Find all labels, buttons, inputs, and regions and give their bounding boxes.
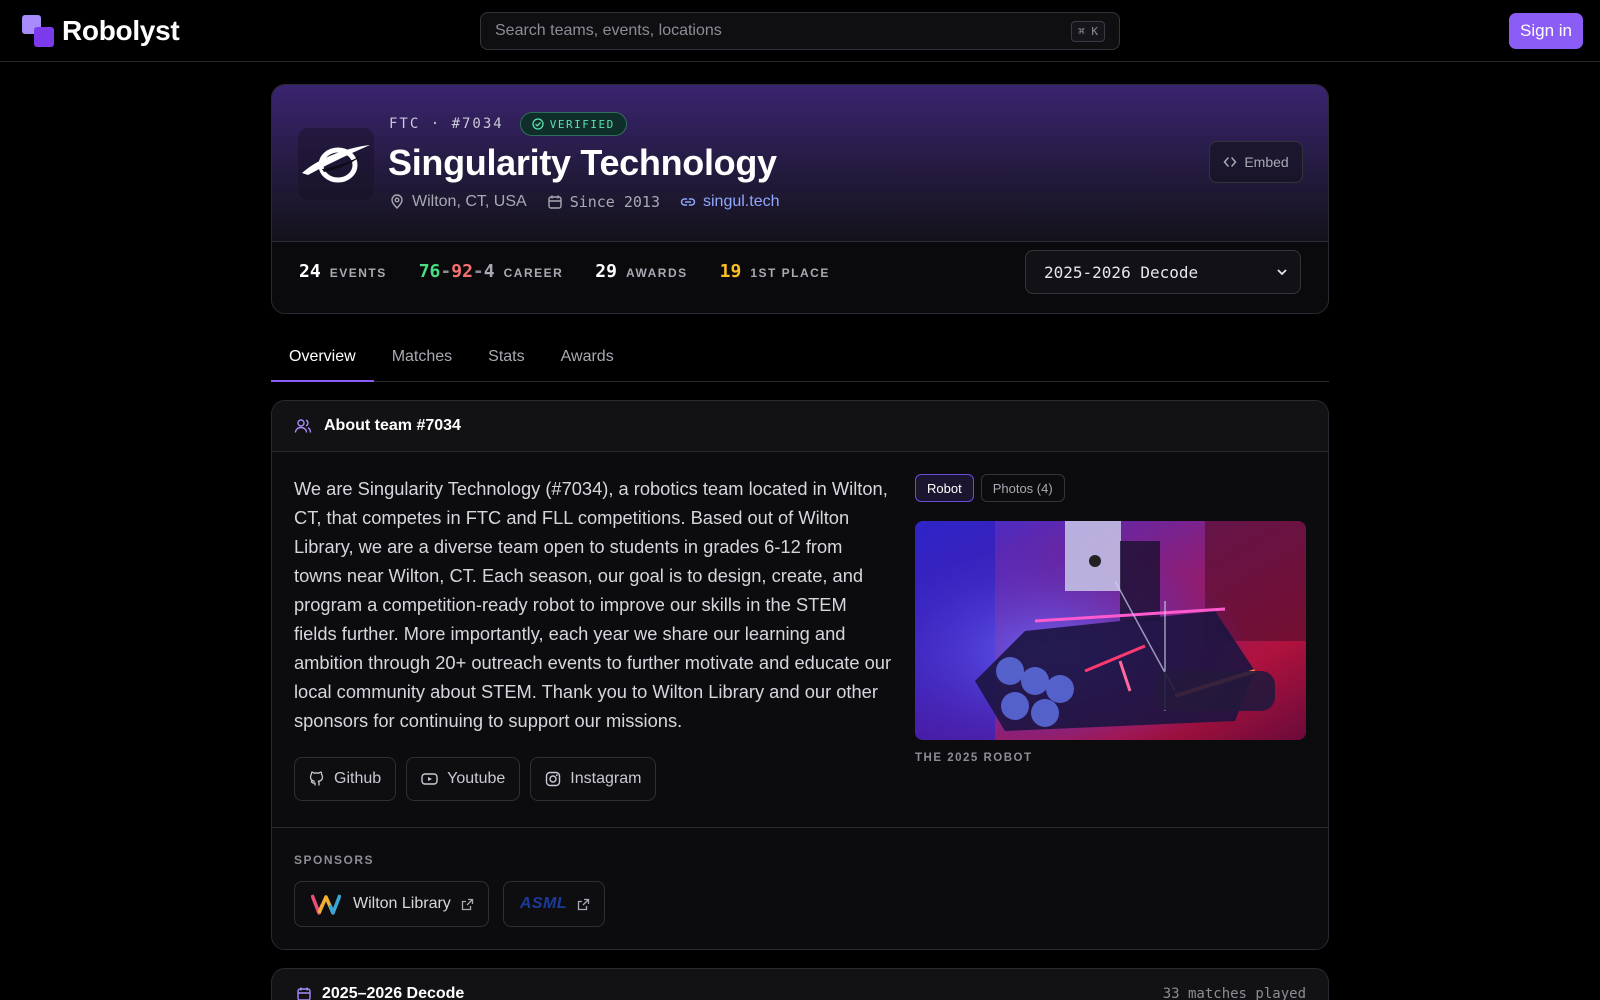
sponsor-name[interactable]: Wilton Library	[353, 895, 451, 913]
about-header: About team #7034	[272, 401, 1328, 452]
team-header-card: FTC · #7034 VERIFIED Singularity Technol…	[271, 84, 1329, 314]
matches-played-count: 33 matches played	[1162, 986, 1306, 1000]
sign-in-button[interactable]: Sign in	[1509, 13, 1583, 49]
team-kicker: FTC · #7034 VERIFIED	[389, 112, 627, 136]
stat-events-label: EVENTS	[329, 266, 387, 280]
youtube-link[interactable]: Youtube	[406, 757, 521, 801]
stat-awards-value: 29	[595, 261, 617, 282]
team-bio: We are Singularity Technology (#7034), a…	[294, 478, 892, 731]
sponsors-section: SPONSORS Wilton Library ASML	[272, 827, 1328, 949]
github-icon	[309, 771, 324, 786]
top-bar: Robolyst ⌘ K Sign in	[0, 0, 1600, 62]
tab-awards[interactable]: Awards	[543, 338, 632, 382]
robot-photo[interactable]	[915, 521, 1306, 740]
about-card: About team #7034 We are Singularity Tech…	[271, 400, 1329, 950]
verified-badge: VERIFIED	[519, 112, 627, 136]
career-ties: 4	[483, 261, 495, 282]
search-shortcut-badge: ⌘ K	[1071, 20, 1105, 42]
team-location: Wilton, CT, USA	[389, 193, 527, 211]
users-icon	[294, 419, 312, 433]
embed-label[interactable]: Embed	[1244, 154, 1288, 170]
team-header-banner: FTC · #7034 VERIFIED Singularity Technol…	[272, 85, 1328, 242]
stat-career-record: 76-92-4	[418, 261, 495, 282]
team-tabs: Overview Matches Stats Awards	[271, 338, 1329, 382]
calendar-icon	[297, 987, 311, 1000]
tab-stats[interactable]: Stats	[470, 338, 542, 382]
about-title: About team #7034	[324, 417, 461, 434]
team-since: Since 2013	[547, 193, 660, 211]
check-circle-icon	[532, 118, 544, 130]
embed-button[interactable]: Embed	[1209, 141, 1303, 183]
external-link-icon	[461, 898, 473, 910]
team-name: Singularity Technology	[388, 142, 777, 183]
career-losses: 92	[451, 261, 473, 282]
team-website-link[interactable]: singul.tech	[680, 193, 780, 211]
youtube-icon	[421, 773, 438, 785]
sponsors-label: SPONSORS	[294, 853, 375, 867]
wilton-library-logo-icon	[311, 894, 341, 915]
singularity-logo-icon	[302, 145, 370, 183]
social-links: Github Youtube Instagram	[294, 757, 666, 801]
stat-events-value: 24	[299, 261, 321, 282]
since-text: Since 2013	[569, 193, 660, 211]
photo-caption: THE 2025 ROBOT	[915, 752, 1033, 764]
stat-first-place-value: 19	[719, 261, 742, 282]
calendar-icon	[547, 195, 562, 209]
sponsor-asml[interactable]: ASML	[502, 881, 606, 927]
stat-first-place-label: 1ST PLACE	[750, 266, 830, 280]
location-pin-icon	[391, 194, 403, 209]
app-name: Robolyst	[62, 15, 180, 46]
stat-first-place: 19 1ST PLACE	[720, 261, 830, 282]
stat-career-label: CAREER	[503, 266, 564, 280]
github-label[interactable]: Github	[334, 770, 381, 788]
stat-career: 76-92-4 CAREER	[419, 261, 564, 282]
season-select[interactable]: 2025-2026 Decode	[1025, 250, 1301, 294]
link-icon	[680, 198, 696, 206]
team-logo	[298, 128, 374, 200]
search-box[interactable]: ⌘ K	[480, 12, 1120, 50]
career-wins: 76	[418, 261, 441, 282]
tab-overview[interactable]: Overview	[271, 338, 374, 382]
search-input[interactable]	[495, 22, 1072, 40]
instagram-icon	[546, 771, 561, 787]
team-meta: Wilton, CT, USA Since 2013 singul.tech	[389, 193, 800, 211]
app-logo[interactable]: Robolyst	[22, 15, 180, 47]
website-text[interactable]: singul.tech	[703, 193, 780, 211]
season-card-title: 2025–2026 Decode	[322, 985, 465, 1000]
media-tab-photos[interactable]: Photos (4)	[980, 474, 1065, 502]
season-select-value: 2025-2026 Decode	[1044, 262, 1199, 282]
stat-awards-label: AWARDS	[625, 266, 688, 280]
media-tabs: Robot Photos (4)	[915, 474, 1072, 502]
media-tab-robot[interactable]: Robot	[915, 474, 974, 502]
external-link-icon	[577, 898, 590, 910]
program-and-number: FTC · #7034	[389, 116, 504, 132]
stat-awards: 29 AWARDS	[595, 261, 687, 282]
chevron-down-icon	[1277, 269, 1287, 276]
instagram-label[interactable]: Instagram	[570, 770, 641, 788]
stat-events: 24 EVENTS	[299, 261, 387, 282]
season-summary-card: 2025–2026 Decode 33 matches played	[271, 968, 1329, 1000]
github-link[interactable]: Github	[294, 757, 397, 801]
youtube-label[interactable]: Youtube	[447, 770, 505, 788]
asml-logo[interactable]: ASML	[520, 895, 567, 913]
sponsor-list: Wilton Library ASML	[294, 881, 619, 927]
verified-label: VERIFIED	[549, 117, 615, 131]
team-stats: 24 EVENTS 76-92-4 CAREER 29 AWARDS 19 1S…	[299, 261, 862, 282]
location-text: Wilton, CT, USA	[412, 193, 527, 210]
tab-matches[interactable]: Matches	[374, 338, 470, 382]
robolyst-logo-icon	[22, 15, 54, 47]
code-icon	[1223, 157, 1237, 167]
instagram-link[interactable]: Instagram	[530, 757, 657, 801]
sponsor-wilton-library[interactable]: Wilton Library	[294, 881, 489, 927]
